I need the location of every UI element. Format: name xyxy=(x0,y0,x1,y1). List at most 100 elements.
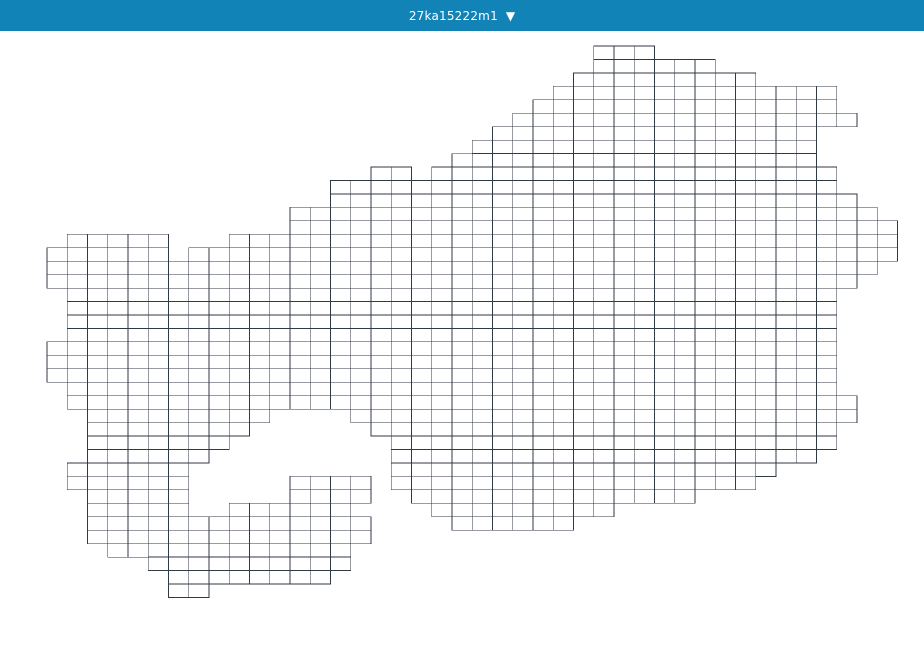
grid-cell[interactable] xyxy=(633,314,655,329)
grid-cell[interactable] xyxy=(471,233,493,249)
grid-cell[interactable] xyxy=(127,328,149,343)
grid-cell[interactable] xyxy=(87,355,109,370)
grid-cell[interactable] xyxy=(552,207,574,222)
grid-cell[interactable] xyxy=(147,543,169,558)
grid-cell[interactable] xyxy=(613,355,635,370)
grid-cell[interactable] xyxy=(512,462,534,477)
grid-cell[interactable] xyxy=(795,395,817,410)
grid-cell[interactable] xyxy=(147,422,169,437)
grid-cell[interactable] xyxy=(775,126,797,141)
grid-cell[interactable] xyxy=(755,207,777,222)
grid-cell[interactable] xyxy=(593,381,615,397)
grid-cell[interactable] xyxy=(775,260,797,276)
grid-cell[interactable] xyxy=(613,476,635,491)
grid-cell[interactable] xyxy=(836,193,858,208)
grid-cell[interactable] xyxy=(87,408,109,423)
grid-cell[interactable] xyxy=(654,422,676,437)
grid-cell[interactable] xyxy=(390,180,412,195)
grid-cell[interactable] xyxy=(755,220,777,235)
grid-cell[interactable] xyxy=(289,274,311,289)
grid-cell[interactable] xyxy=(573,381,595,397)
map-selector-dropdown[interactable]: 27ka15222m1 ▼ xyxy=(409,9,515,23)
grid-cell[interactable] xyxy=(795,233,817,249)
grid-cell[interactable] xyxy=(735,449,757,464)
grid-cell[interactable] xyxy=(168,476,190,491)
grid-cell[interactable] xyxy=(188,381,210,397)
grid-cell[interactable] xyxy=(816,395,838,410)
grid-cell[interactable] xyxy=(188,355,210,370)
grid-cell[interactable] xyxy=(350,233,372,249)
grid-cell[interactable] xyxy=(694,435,716,450)
grid-cell[interactable] xyxy=(289,381,311,397)
grid-cell[interactable] xyxy=(107,328,129,343)
grid-cell[interactable] xyxy=(573,476,595,491)
grid-cell[interactable] xyxy=(795,287,817,302)
grid-cell[interactable] xyxy=(471,381,493,397)
grid-cell[interactable] xyxy=(795,341,817,356)
grid-cell[interactable] xyxy=(127,462,149,477)
grid-cell[interactable] xyxy=(694,476,716,491)
grid-cell[interactable] xyxy=(613,166,635,181)
grid-cell[interactable] xyxy=(208,543,230,558)
grid-cell[interactable] xyxy=(127,287,149,302)
grid-cell[interactable] xyxy=(309,260,331,276)
grid-cell[interactable] xyxy=(613,233,635,249)
grid-cell[interactable] xyxy=(431,314,453,329)
grid-cell[interactable] xyxy=(411,314,433,329)
grid-cell[interactable] xyxy=(147,368,169,383)
grid-cell[interactable] xyxy=(633,99,655,114)
grid-cell[interactable] xyxy=(350,301,372,316)
grid-cell[interactable] xyxy=(532,314,554,329)
grid-cell[interactable] xyxy=(714,247,736,262)
grid-cell[interactable] xyxy=(654,476,676,491)
grid-cell[interactable] xyxy=(856,220,878,235)
grid-cell[interactable] xyxy=(694,153,716,168)
grid-cell[interactable] xyxy=(735,72,757,87)
grid-cell[interactable] xyxy=(66,314,88,329)
grid-cell[interactable] xyxy=(168,314,190,329)
grid-cell[interactable] xyxy=(532,328,554,343)
grid-cell[interactable] xyxy=(228,301,250,316)
grid-cell[interactable] xyxy=(795,112,817,128)
grid-cell[interactable] xyxy=(87,233,109,249)
grid-cell[interactable] xyxy=(694,449,716,464)
grid-cell[interactable] xyxy=(431,328,453,343)
grid-cell[interactable] xyxy=(714,193,736,208)
grid-cell[interactable] xyxy=(492,449,514,464)
grid-cell[interactable] xyxy=(755,395,777,410)
grid-cell[interactable] xyxy=(390,207,412,222)
grid-cell[interactable] xyxy=(633,180,655,195)
grid-cell[interactable] xyxy=(330,180,352,195)
grid-cell[interactable] xyxy=(714,126,736,141)
grid-cell[interactable] xyxy=(370,314,392,329)
grid-cell[interactable] xyxy=(593,314,615,329)
grid-cell[interactable] xyxy=(451,435,473,450)
grid-cell[interactable] xyxy=(431,247,453,262)
grid-cell[interactable] xyxy=(289,247,311,262)
grid-cell[interactable] xyxy=(775,139,797,154)
grid-cell[interactable] xyxy=(107,233,129,249)
grid-cell[interactable] xyxy=(228,341,250,356)
grid-cell[interactable] xyxy=(654,59,676,74)
grid-cell[interactable] xyxy=(269,516,291,531)
grid-cell[interactable] xyxy=(411,260,433,276)
grid-cell[interactable] xyxy=(552,462,574,477)
grid-cell[interactable] xyxy=(512,314,534,329)
grid-cell[interactable] xyxy=(512,153,534,168)
grid-cell[interactable] xyxy=(147,247,169,262)
grid-cell[interactable] xyxy=(654,99,676,114)
grid-cell[interactable] xyxy=(552,395,574,410)
grid-cell[interactable] xyxy=(755,408,777,423)
grid-cell[interactable] xyxy=(188,260,210,276)
grid-cell[interactable] xyxy=(512,341,534,356)
grid-cell[interactable] xyxy=(350,180,372,195)
grid-cell[interactable] xyxy=(471,260,493,276)
grid-cell[interactable] xyxy=(451,408,473,423)
grid-cell[interactable] xyxy=(451,314,473,329)
grid-cell[interactable] xyxy=(168,287,190,302)
grid-cell[interactable] xyxy=(350,287,372,302)
grid-cell[interactable] xyxy=(208,260,230,276)
grid-cell[interactable] xyxy=(411,328,433,343)
grid-cell[interactable] xyxy=(633,422,655,437)
grid-cell[interactable] xyxy=(552,166,574,181)
